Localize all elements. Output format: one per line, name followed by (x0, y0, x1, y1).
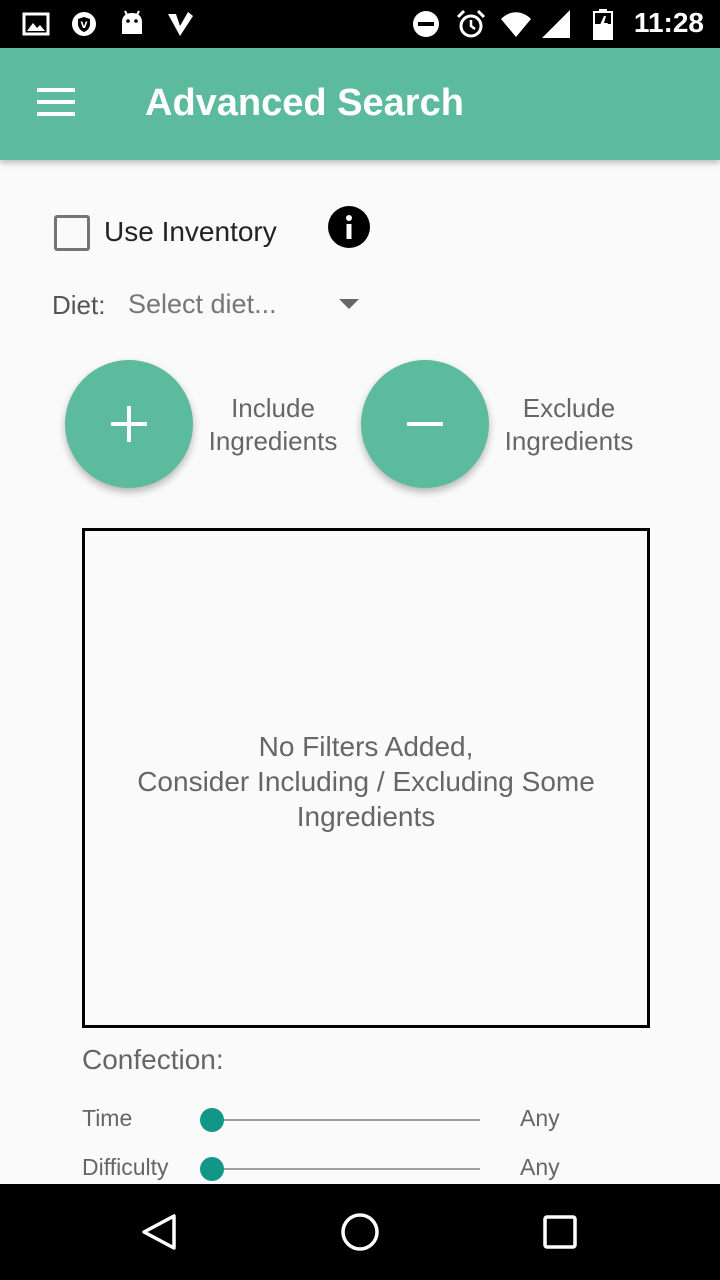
clock: 11:28 (633, 7, 704, 38)
difficulty-slider-thumb[interactable] (200, 1157, 224, 1181)
check-icon (168, 12, 193, 36)
alarm-icon (456, 9, 486, 38)
exclude-ingredients-label: Exclude Ingredients (494, 392, 644, 458)
plus-icon (111, 406, 147, 442)
diet-selected-value: Select diet... (128, 289, 277, 319)
time-slider-value: Any (520, 1105, 560, 1131)
info-icon[interactable] (327, 205, 371, 249)
android-icon (122, 10, 142, 34)
menu-icon-bar (37, 112, 75, 116)
menu-icon-bar (37, 88, 75, 92)
difficulty-slider-track[interactable] (212, 1168, 480, 1170)
time-slider-thumb[interactable] (200, 1108, 224, 1132)
wifi-icon (501, 12, 531, 37)
recents-icon[interactable] (536, 1208, 584, 1256)
dropdown-arrow-icon (339, 299, 359, 309)
do-not-disturb-icon (413, 11, 439, 37)
back-icon[interactable] (136, 1208, 184, 1256)
time-slider-track[interactable] (212, 1119, 480, 1121)
status-bar: V 11:28 (0, 0, 720, 48)
difficulty-slider-label: Difficulty (82, 1154, 169, 1180)
signal-icon (542, 10, 570, 38)
exclude-ingredients-button[interactable] (361, 360, 489, 488)
empty-filters-message: No Filters Added, Consider Including / E… (137, 731, 595, 832)
confection-label: Confection: (82, 1044, 224, 1075)
battery-icon (593, 9, 613, 40)
exclude-ingredients-text: Exclude Ingredients (504, 393, 634, 456)
shield-icon: V (72, 12, 96, 36)
diet-label: Diet: (52, 290, 106, 320)
include-ingredients-button[interactable] (65, 360, 193, 488)
navigation-bar (0, 1184, 720, 1280)
menu-button[interactable] (20, 74, 92, 134)
page-title: Advanced Search (145, 82, 464, 124)
app-bar: Advanced Search (0, 48, 720, 160)
menu-icon-bar (37, 100, 75, 104)
minus-icon (407, 422, 443, 426)
filters-list: No Filters Added, Consider Including / E… (82, 528, 650, 1028)
use-inventory-label[interactable]: Use Inventory (104, 216, 277, 248)
screen: V 11:28 Advanced Search Use Inventory Di… (0, 0, 720, 1280)
time-slider-label: Time (82, 1105, 133, 1131)
include-ingredients-label: Include Ingredients (198, 392, 348, 458)
include-ingredients-text: Include Ingredients (208, 393, 338, 456)
difficulty-slider-value: Any (520, 1154, 560, 1180)
diet-dropdown[interactable]: Select diet... (120, 280, 370, 330)
svg-text:V: V (81, 21, 88, 31)
home-icon[interactable] (336, 1208, 384, 1256)
use-inventory-checkbox[interactable] (54, 215, 90, 251)
image-icon (22, 12, 50, 36)
